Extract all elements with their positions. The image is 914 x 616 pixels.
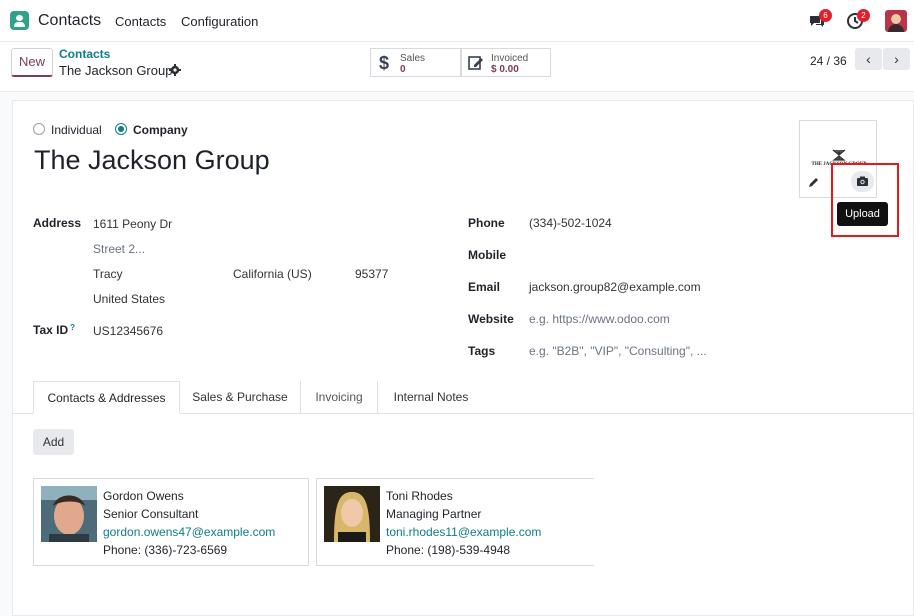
city-field[interactable]: Tracy <box>93 267 123 281</box>
contact-avatar <box>324 486 380 542</box>
contact-title: Senior Consultant <box>103 507 199 521</box>
tab-sales-purchase[interactable]: Sales & Purchase <box>180 381 301 414</box>
zip-field[interactable]: 95377 <box>355 267 388 281</box>
contact-phone: Phone: (336)-723-6569 <box>103 543 228 557</box>
add-contact-button[interactable]: Add <box>33 429 74 455</box>
street-field[interactable]: 1611 Peony Dr <box>93 217 172 231</box>
company-name-field[interactable]: The Jackson Group <box>34 145 270 176</box>
menu-configuration[interactable]: Configuration <box>181 14 258 29</box>
invoiced-smart-button[interactable]: Invoiced $ 0.00 <box>461 48 551 77</box>
activities-badge: 2 <box>857 9 870 22</box>
tab-invoicing[interactable]: Invoicing <box>301 381 378 414</box>
control-panel: New Contacts The Jackson Group $ Sales 0… <box>0 42 914 92</box>
country-field[interactable]: United States <box>93 292 165 306</box>
contact-email[interactable]: toni.rhodes11@example.com <box>386 525 541 539</box>
new-button[interactable]: New <box>11 48 53 77</box>
website-label: Website <box>468 312 514 326</box>
contacts-app-icon[interactable] <box>10 11 29 30</box>
top-navbar: Contacts Contacts Configuration 6 2 <box>0 0 914 42</box>
company-label[interactable]: Company <box>133 123 188 137</box>
address-label: Address <box>33 216 82 230</box>
state-field[interactable]: California (US) <box>233 267 312 281</box>
menu-contacts[interactable]: Contacts <box>115 14 166 29</box>
individual-radio[interactable] <box>33 123 45 135</box>
contact-card[interactable]: Gordon Owens Senior Consultant gordon.ow… <box>33 478 309 566</box>
contact-card[interactable]: Toni Rhodes Managing Partner toni.rhodes… <box>316 478 594 566</box>
pager-previous-button[interactable]: ‹ <box>855 48 882 70</box>
mobile-label: Mobile <box>468 248 506 262</box>
website-field[interactable]: e.g. https://www.odoo.com <box>529 312 670 326</box>
tab-contacts-addresses[interactable]: Contacts & Addresses <box>33 381 180 414</box>
pencil-icon[interactable] <box>808 176 820 188</box>
invoiced-value: $ 0.00 <box>491 64 519 75</box>
contact-name: Gordon Owens <box>103 489 184 503</box>
invoice-edit-icon <box>468 56 483 70</box>
messages-badge: 6 <box>819 9 832 22</box>
breadcrumb-contacts[interactable]: Contacts <box>59 47 110 61</box>
breadcrumb-current: The Jackson Group <box>59 63 173 78</box>
chevron-left-icon: ‹ <box>866 51 871 67</box>
email-label: Email <box>468 280 501 294</box>
phone-field[interactable]: (334)-502-1024 <box>529 216 612 230</box>
mobile-field[interactable] <box>529 248 749 263</box>
tax-id-label-text: Tax ID <box>33 323 69 337</box>
company-radio[interactable] <box>115 123 127 135</box>
gear-icon[interactable] <box>169 64 181 76</box>
pager-next-button[interactable]: › <box>883 48 910 70</box>
contact-phone: Phone: (198)-539-4948 <box>386 543 511 557</box>
contact-name: Toni Rhodes <box>386 489 453 503</box>
contact-title: Managing Partner <box>386 507 482 521</box>
invoiced-label: Invoiced <box>491 53 529 64</box>
sales-label: Sales <box>400 53 426 64</box>
sales-value: 0 <box>400 64 406 75</box>
contact-email[interactable]: gordon.owens47@example.com <box>103 525 275 539</box>
tax-id-help-icon[interactable]: ? <box>70 323 75 332</box>
email-field[interactable]: jackson.group82@example.com <box>529 280 701 294</box>
tab-internal-notes[interactable]: Internal Notes <box>378 381 484 414</box>
user-avatar[interactable] <box>885 10 907 32</box>
chevron-right-icon: › <box>894 51 899 67</box>
tax-id-field[interactable]: US12345676 <box>93 324 163 338</box>
tags-field[interactable]: e.g. "B2B", "VIP", "Consulting", ... <box>529 344 707 358</box>
individual-label[interactable]: Individual <box>51 123 102 137</box>
phone-label: Phone <box>468 216 505 230</box>
dollar-icon: $ <box>379 53 390 73</box>
pager-value[interactable]: 24 / 36 <box>810 54 847 68</box>
contact-avatar <box>41 486 97 542</box>
tags-label: Tags <box>468 344 496 358</box>
sales-smart-button[interactable]: $ Sales 0 <box>370 48 461 77</box>
tax-id-label: Tax ID? <box>33 323 75 337</box>
street2-field[interactable]: Street 2... <box>93 242 145 256</box>
upload-tooltip: Upload <box>837 202 888 226</box>
app-name[interactable]: Contacts <box>38 12 101 30</box>
